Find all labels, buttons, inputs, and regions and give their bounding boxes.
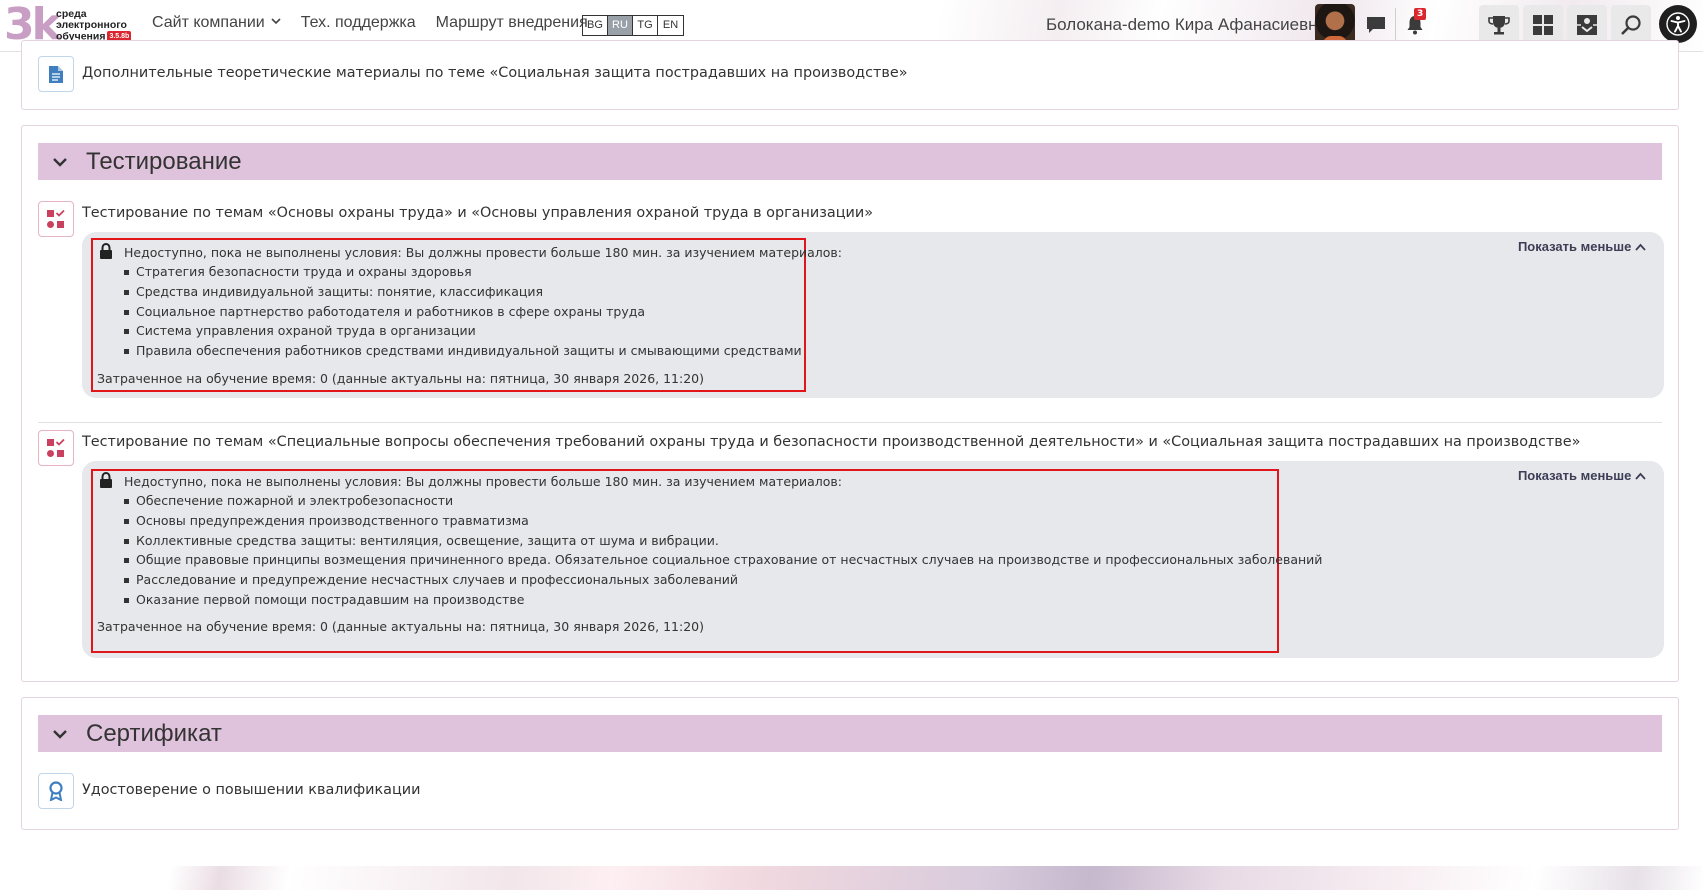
courses-button[interactable] (1567, 5, 1607, 45)
notifications-button[interactable]: 3 (1404, 8, 1427, 36)
nav-company-site-label: Сайт компании (152, 14, 265, 31)
nav-separator (1395, 8, 1396, 40)
show-less-toggle[interactable]: Показать меньше (1518, 239, 1646, 254)
document-icon (49, 65, 63, 83)
section-certificate-header: Сертификат (38, 715, 1662, 752)
nav-support[interactable]: Тех. поддержка (301, 14, 416, 32)
accessibility-icon (1666, 12, 1690, 36)
quiz-1-restriction-box: Недоступно, пока не выполнены условия: В… (82, 232, 1664, 398)
messages-button[interactable] (1365, 14, 1387, 36)
main-nav: Сайт компании Тех. поддержка Маршрут вне… (152, 14, 588, 32)
nav-route[interactable]: Маршрут внедрения (436, 14, 588, 32)
dashboard-button[interactable] (1523, 5, 1563, 45)
accessibility-button[interactable] (1659, 5, 1697, 43)
list-item: Расследование и предупреждение несчастны… (124, 570, 1322, 590)
footer-background (0, 866, 1703, 890)
quiz-activity-icon-box (38, 201, 74, 237)
lock-icon (100, 243, 112, 259)
restriction-condition-text: Недоступно, пока не выполнены условия: В… (124, 474, 843, 489)
list-item: Средства индивидуальной защиты: понятие,… (124, 282, 802, 302)
section-materials-card: Дополнительные теоретические материалы п… (21, 40, 1679, 110)
list-item: Система управления охраной труда в орган… (124, 321, 802, 341)
required-materials-list: Обеспечение пожарной и электробезопаснос… (124, 491, 1322, 610)
nav-company-site[interactable]: Сайт компании (152, 14, 281, 32)
section-certificate-title: Сертификат (86, 719, 222, 747)
list-item: Основы предупреждения производственного … (124, 511, 1322, 531)
activity-link-quiz-2[interactable]: Тестирование по темам «Специальные вопро… (82, 434, 1580, 450)
chevron-down-icon[interactable] (50, 152, 70, 172)
search-button[interactable] (1611, 5, 1651, 45)
time-spent-text: Затраченное на обучение время: 0 (данные… (97, 371, 704, 386)
activity-link-certificate[interactable]: Удостоверение о повышении квалификации (82, 782, 421, 798)
search-icon (1621, 15, 1641, 35)
lang-en[interactable]: EN (658, 16, 683, 35)
page-activity-icon-box (38, 56, 74, 92)
lang-bg[interactable]: BG (583, 16, 608, 35)
chevron-up-icon (1635, 243, 1646, 251)
lang-ru[interactable]: RU (608, 16, 633, 35)
chevron-down-icon[interactable] (50, 724, 70, 744)
list-item: Стратегия безопасности труда и охраны зд… (124, 262, 802, 282)
required-materials-list: Стратегия безопасности труда и охраны зд… (124, 262, 802, 361)
grid-icon (1533, 15, 1553, 35)
quiz-activity-icon-box (38, 430, 74, 466)
quiz-icon (47, 209, 65, 228)
puzzle-icon (1577, 15, 1597, 35)
chevron-up-icon (1635, 472, 1646, 480)
logo-text: среда электронного обучения 3.5.8b (56, 9, 132, 42)
lock-icon (100, 472, 112, 488)
section-testing-title: Тестирование (86, 147, 242, 175)
notifications-count-badge: 3 (1414, 8, 1427, 20)
show-less-label: Показать меньше (1517, 239, 1632, 254)
list-item: Обеспечение пожарной и электробезопаснос… (124, 491, 1322, 511)
certificate-activity-icon-box (38, 773, 74, 809)
time-spent-text: Затраченное на обучение время: 0 (данные… (97, 619, 704, 634)
activity-link-additional-materials[interactable]: Дополнительные теоретические материалы п… (82, 65, 908, 81)
achievements-button[interactable] (1479, 5, 1519, 45)
list-item: Общие правовые принципы возмещения причи… (124, 550, 1322, 570)
activity-divider (38, 422, 1662, 423)
trophy-icon (1488, 16, 1510, 35)
chevron-down-icon (271, 18, 281, 25)
quiz-2-restriction-box: Недоступно, пока не выполнены условия: В… (82, 461, 1664, 658)
chat-bubble-icon (1367, 16, 1385, 33)
activity-link-quiz-1[interactable]: Тестирование по темам «Основы охраны тру… (82, 205, 873, 221)
list-item: Социальное партнерство работодателя и ра… (124, 302, 802, 322)
section-certificate-card: Сертификат Удостоверение о повышении ква… (21, 697, 1679, 830)
list-item: Коллективные средства защиты: вентиляция… (124, 531, 1322, 551)
restriction-condition-text: Недоступно, пока не выполнены условия: В… (124, 245, 843, 260)
list-item: Правила обеспечения работников средствам… (124, 341, 802, 361)
show-less-toggle[interactable]: Показать меньше (1518, 468, 1646, 483)
quiz-icon (47, 438, 65, 457)
section-testing-card: Тестирование Тестирование по темам «Осно… (21, 125, 1679, 682)
award-icon (49, 781, 63, 801)
section-testing-header: Тестирование (38, 143, 1662, 180)
language-switcher: BG RU TG EN (582, 15, 684, 36)
user-name[interactable]: Болокана-demo Кира Афанасиевна (1046, 15, 1327, 35)
lang-tg[interactable]: TG (633, 16, 658, 35)
list-item: Оказание первой помощи пострадавшим на п… (124, 590, 1322, 610)
show-less-label: Показать меньше (1517, 468, 1632, 483)
